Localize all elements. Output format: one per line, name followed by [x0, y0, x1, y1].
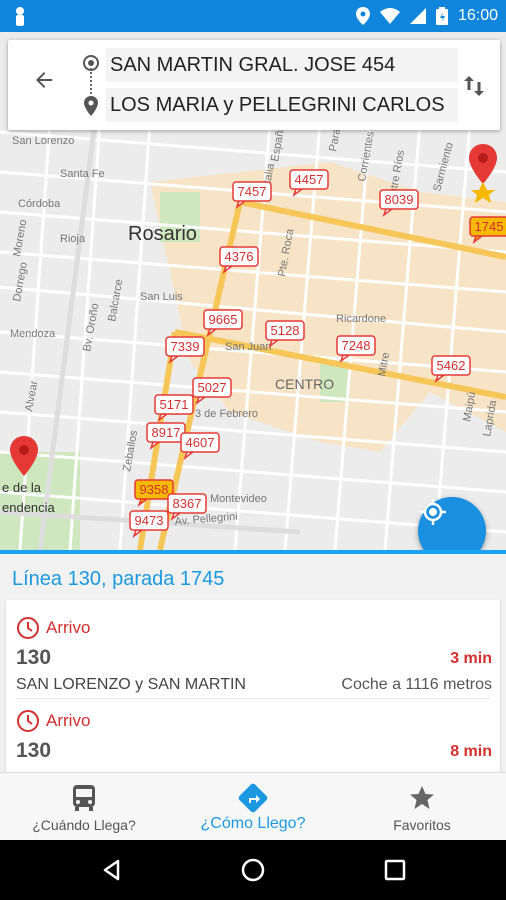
map-street-label: Corrientes	[356, 130, 377, 183]
bus-stop-code: 5171	[160, 397, 189, 412]
location-icon	[355, 7, 370, 25]
bus-stop-code: 8917	[152, 425, 181, 440]
arrival-panel: Línea 130, parada 1745 Arrivo 130 3 min …	[0, 554, 506, 772]
map-street-label: Santa Fe	[60, 168, 105, 180]
bus-stop-code: 9358	[140, 482, 169, 497]
nav-como-llego[interactable]: ¿Cómo Llego?	[169, 773, 337, 841]
destination-input[interactable]: LOS MARIA y PELLEGRINI CARLOS	[106, 88, 458, 122]
status-bar: 16:00	[0, 0, 506, 32]
origin-input[interactable]: SAN MARTIN GRAL. JOSE 454	[106, 48, 458, 82]
map-street-label: Moreno	[11, 219, 29, 258]
park-label-line1: e de la	[2, 480, 42, 495]
map-street-label: 3 de Febrero	[195, 408, 258, 420]
nav-label: ¿Cuándo Llega?	[32, 817, 136, 833]
square-recents-icon	[384, 859, 406, 881]
nav-cuando-llega[interactable]: ¿Cuándo Llega?	[0, 773, 168, 841]
arrival-item[interactable]: Arrivo 130 3 min SAN LORENZO y SAN MARTI…	[6, 600, 500, 693]
map-street-label: Córdoba	[18, 198, 61, 210]
system-navigation-bar	[0, 840, 506, 900]
eta-value: 3 min	[450, 650, 492, 667]
bus-stop-code: 7248	[342, 338, 371, 353]
bus-icon	[73, 785, 95, 811]
park-label-line2: endencia	[2, 500, 56, 515]
map-street-label: San Luis	[140, 291, 183, 303]
nav-favoritos[interactable]: Favoritos	[338, 773, 506, 841]
system-home-button[interactable]	[235, 852, 271, 888]
map-street-label: Ricardone	[336, 313, 386, 325]
bus-stop-code: 4376	[225, 249, 254, 264]
arrival-label: Arrivo	[46, 711, 91, 730]
vehicle-distance: Coche a 1116 metros	[341, 676, 492, 693]
swap-button[interactable]	[456, 68, 492, 104]
swap-vert-icon	[464, 76, 484, 96]
map-street-label: Zeballos	[121, 429, 140, 473]
bus-line-number: 130	[16, 739, 52, 762]
map-street-label: Rioja	[60, 233, 86, 245]
bus-stop-marker-tail	[168, 355, 181, 365]
arrivals-card: Arrivo 130 3 min SAN LORENZO y SAN MARTI…	[6, 600, 500, 772]
bus-stop-code: 8039	[385, 192, 414, 207]
map-street-label: Dorrego	[11, 261, 30, 302]
map-street-label: San Lorenzo	[12, 135, 74, 147]
map-district-label: CENTRO	[275, 376, 334, 392]
map-street-label: Balcarce	[106, 278, 125, 322]
nav-label: Favoritos	[393, 817, 451, 833]
bus-line-number: 130	[16, 646, 52, 669]
bus-stop-code: 5027	[198, 380, 227, 395]
circle-home-icon	[241, 858, 265, 882]
bus-stop-code: 4607	[186, 435, 215, 450]
bus-stop-code: 7457	[238, 184, 267, 199]
bus-stop-code: 4457	[295, 172, 324, 187]
clock-icon	[17, 617, 39, 639]
arrival-label: Arrivo	[46, 618, 91, 637]
map-street-label: Mendoza	[10, 328, 56, 340]
star-icon	[410, 786, 434, 809]
bus-stop-code: 9665	[209, 312, 238, 327]
person-icon	[16, 7, 24, 26]
bus-stop-marker[interactable]: 5171	[154, 394, 194, 423]
system-back-button[interactable]	[94, 852, 130, 888]
stop-name: SAN LORENZO y SAN MARTIN	[16, 676, 246, 693]
arrival-item[interactable]: Arrivo 130 8 min	[6, 693, 500, 772]
triangle-back-icon	[103, 859, 120, 881]
bus-stop-code: 9473	[135, 513, 164, 528]
bus-stop-code: 8367	[173, 496, 202, 511]
directions-icon	[238, 783, 268, 813]
nav-label: ¿Cómo Llego?	[200, 815, 306, 832]
destination-pin-icon	[84, 96, 98, 116]
map-street-label: San Juan	[225, 341, 271, 353]
destination-pin[interactable]	[469, 144, 497, 203]
bus-stop-code: 5462	[437, 358, 466, 373]
signal-icon	[409, 8, 426, 24]
bus-stop-code: 7339	[171, 339, 200, 354]
wifi-icon	[379, 8, 400, 24]
back-button[interactable]	[24, 60, 64, 100]
map-city-label: Rosario	[128, 223, 197, 245]
map-street-label: Montevideo	[210, 493, 267, 505]
panel-title: Línea 130, parada 1745	[12, 568, 225, 590]
clock-icon	[17, 710, 39, 732]
bus-stop-marker-tail	[183, 451, 196, 461]
system-recents-button[interactable]	[377, 852, 413, 888]
status-time: 16:00	[457, 7, 498, 24]
bus-stop-marker-tail	[195, 396, 208, 406]
bottom-navigation: ¿Cuándo Llega? ¿Cómo Llego? Favoritos	[0, 772, 506, 841]
arrow-back-icon	[36, 72, 52, 88]
eta-value: 8 min	[450, 743, 492, 760]
route-search-card: SAN MARTIN GRAL. JOSE 454 LOS MARIA y PE…	[8, 40, 500, 130]
map-street-label: Alvear	[23, 379, 40, 412]
bus-stop-code: 1745	[475, 219, 504, 234]
bus-stop-marker[interactable]: 8917	[146, 422, 186, 451]
bus-stop-marker[interactable]: 4607	[180, 432, 220, 461]
bus-stop-code: 5128	[271, 323, 300, 338]
battery-icon	[435, 7, 448, 25]
crosshair-icon	[420, 499, 446, 525]
